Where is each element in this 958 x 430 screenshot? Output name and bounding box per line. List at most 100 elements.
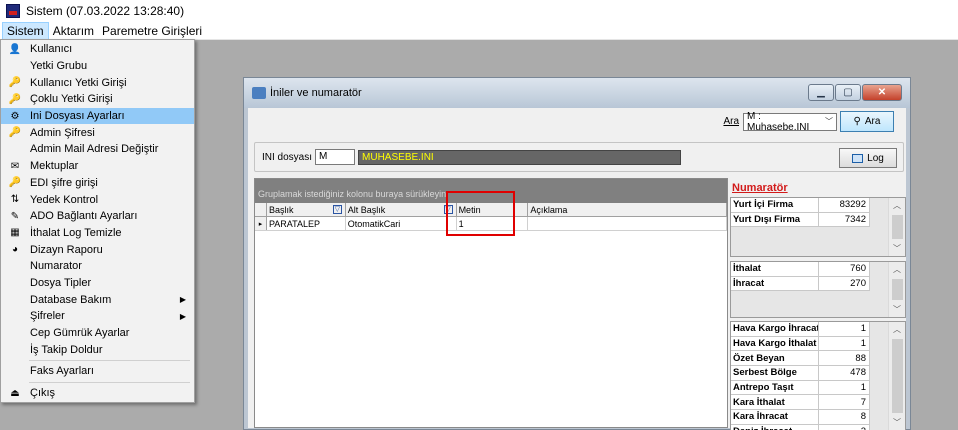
menu-item[interactable]: 👤 Kullanıcı — [1, 41, 194, 58]
scroll-up-icon[interactable]: ︿ — [893, 324, 901, 335]
numarator-row[interactable]: Deniz İhracat2 — [731, 424, 905, 430]
menu-item-label: Mektuplar — [30, 160, 79, 173]
scroll-thumb[interactable] — [891, 279, 903, 300]
menu-item[interactable]: Dosya Tipler — [1, 275, 194, 292]
menu-item[interactable]: 🔑 EDI şifre girişi — [1, 175, 194, 192]
menu-item[interactable]: ◕ Dizayn Raporu — [1, 241, 194, 258]
menu-item-label: Numarator — [30, 260, 82, 273]
row-indicator-header — [255, 203, 267, 216]
numarator-value[interactable]: 1 — [819, 336, 870, 352]
scroll-thumb[interactable] — [891, 215, 903, 239]
search-label: Ara — [723, 116, 739, 127]
numarator-row[interactable]: Antrepo Taşıt 1 — [731, 380, 905, 396]
numarator-row[interactable]: Serbest Bölge 478 — [731, 366, 905, 381]
menu-item[interactable]: ✎ ADO Bağlantı Ayarları — [1, 208, 194, 225]
menu-item[interactable]: ⏏ Çıkış — [1, 385, 194, 402]
ini-code-input[interactable]: M — [315, 149, 356, 165]
scroll-down-icon[interactable]: ﹀ — [893, 417, 901, 428]
menu-item[interactable]: ⇅ Yedek Kontrol — [1, 191, 194, 208]
menu-aktarim[interactable]: Aktarım — [49, 23, 98, 39]
numarator-value[interactable]: 2 — [819, 424, 870, 430]
maximize-button[interactable]: ▢ — [835, 84, 861, 101]
column-header-label: Başlık — [268, 204, 294, 215]
numarator-row[interactable]: Yurt Dışı Firma 7342 — [731, 212, 905, 228]
numarator-name: Serbest Bölge — [731, 366, 819, 381]
close-button[interactable]: ✕ — [862, 84, 902, 101]
menu-parametre-girisleri[interactable]: Paremetre Girişleri — [98, 23, 206, 39]
column-header-alt-baslik[interactable]: Alt Başlık ▽ — [346, 203, 457, 216]
numarator-value[interactable]: 1 — [819, 322, 870, 337]
menu-item[interactable]: ⚙ Ini Dosyası Ayarları — [1, 107, 194, 125]
menu-item[interactable]: Yetki Grubu — [1, 58, 194, 75]
filter-icon[interactable]: ▽ — [332, 205, 342, 214]
row-indicator-icon: ▸ — [255, 217, 267, 230]
menu-item[interactable]: 🔑 Kullanıcı Yetki Girişi — [1, 74, 194, 91]
menu-item[interactable]: Admin Mail Adresi Değiştir — [1, 141, 194, 158]
menu-item[interactable]: Faks Ayarları — [1, 363, 194, 380]
vertical-scrollbar[interactable]: ︿ ﹀ — [888, 322, 905, 430]
ini-file-select[interactable]: M : Muhasebe.INI ﹀ — [743, 110, 837, 133]
menu-item[interactable]: Cep Gümrük Ayarlar — [1, 325, 194, 342]
numarator-row[interactable]: Hava Kargo İhracat 1 — [731, 322, 905, 337]
numarator-group-trade: İthalat 760 İhracat 270 ︿ ﹀ — [730, 261, 906, 318]
numarator-value[interactable]: 1 — [819, 380, 870, 396]
menu-item[interactable]: Şifreler ▶ — [1, 308, 194, 325]
menu-item[interactable]: İş Takip Doldur — [1, 341, 194, 358]
ini-file-name: MUHASEBE.INI — [358, 149, 682, 165]
column-header-baslik[interactable]: Başlık ▽ — [267, 203, 346, 216]
numarator-row[interactable]: Kara İthalat 7 — [731, 395, 905, 411]
menu-separator — [29, 381, 190, 383]
menu-item-label: İthalat Log Temizle — [30, 226, 122, 239]
key-icon: 🔑 — [8, 127, 22, 139]
menu-sistem[interactable]: Sistem — [2, 21, 49, 40]
menu-item[interactable]: 🔑 Çoklu Yetki Girişi — [1, 91, 194, 108]
ini-file-select-value: M : Muhasebe.INI — [747, 110, 810, 133]
menu-item[interactable]: ✉ Mektuplar — [1, 158, 194, 175]
cell-alt-baslik[interactable]: OtomatikCari — [346, 217, 457, 230]
ini-file-panel: INI dosyası M MUHASEBE.INI Log — [254, 142, 904, 172]
menu-item-label: ADO Bağlantı Ayarları — [30, 210, 138, 223]
vertical-scrollbar[interactable]: ︿ ﹀ — [888, 262, 905, 317]
menu-item[interactable]: ▦ İthalat Log Temizle — [1, 225, 194, 242]
menu-item-label: EDI şifre girişi — [30, 176, 98, 189]
numarator-row[interactable]: İthalat 760 — [731, 262, 905, 277]
log-button[interactable]: Log — [839, 148, 897, 168]
cell-baslik[interactable]: PARATALEP — [267, 217, 346, 230]
column-header-aciklama[interactable]: Açıklama — [528, 203, 727, 216]
menu-item[interactable]: Database Bakım ▶ — [1, 291, 194, 308]
numarator-value[interactable]: 270 — [819, 276, 870, 292]
numarator-value[interactable]: 88 — [819, 351, 870, 367]
cell-aciklama[interactable] — [528, 217, 727, 230]
numarator-value[interactable]: 8 — [819, 410, 870, 425]
numarator-value[interactable]: 7 — [819, 395, 870, 411]
menu-item-label: Cep Gümrük Ayarlar — [30, 327, 130, 340]
numarator-name: İthalat — [731, 262, 819, 277]
numarator-value[interactable]: 83292 — [819, 198, 870, 213]
menu-item-label: Şifreler — [30, 310, 65, 323]
menu-item[interactable]: Numarator — [1, 258, 194, 275]
edi-key-icon: 🔑 — [8, 177, 22, 189]
numarator-row[interactable]: Kara İhracat 8 — [731, 410, 905, 425]
window-titlebar[interactable]: İniler ve numaratör ▁ ▢ ✕ — [244, 78, 910, 108]
scroll-down-icon[interactable]: ﹀ — [893, 304, 901, 315]
menu-item-label: Ini Dosyası Ayarları — [30, 110, 125, 123]
scroll-down-icon[interactable]: ﹀ — [893, 243, 901, 254]
search-button[interactable]: ⚲ Ara — [840, 111, 894, 132]
scroll-up-icon[interactable]: ︿ — [893, 200, 901, 211]
numarator-row[interactable]: Hava Kargo İthalat 1 — [731, 336, 905, 352]
numarator-value[interactable]: 7342 — [819, 212, 870, 228]
numarator-row[interactable]: Özet Beyan 88 — [731, 351, 905, 367]
menu-item[interactable]: 🔑 Admin Şifresi — [1, 124, 194, 141]
numarator-value[interactable]: 478 — [819, 366, 870, 381]
column-header-label: Açıklama — [530, 204, 568, 215]
menu-item-label: Çoklu Yetki Girişi — [30, 93, 113, 106]
scroll-thumb[interactable] — [891, 339, 903, 413]
vertical-scrollbar[interactable]: ︿ ﹀ — [888, 198, 905, 256]
minimize-button[interactable]: ▁ — [808, 84, 834, 101]
numarator-value[interactable]: 760 — [819, 262, 870, 277]
menu-item-label: Dosya Tipler — [30, 276, 92, 289]
numarator-name: Deniz İhracat — [731, 424, 819, 430]
numarator-row[interactable]: İhracat 270 — [731, 276, 905, 292]
scroll-up-icon[interactable]: ︿ — [893, 264, 901, 275]
numarator-row[interactable]: Yurt İçi Firma 83292 — [731, 198, 905, 213]
